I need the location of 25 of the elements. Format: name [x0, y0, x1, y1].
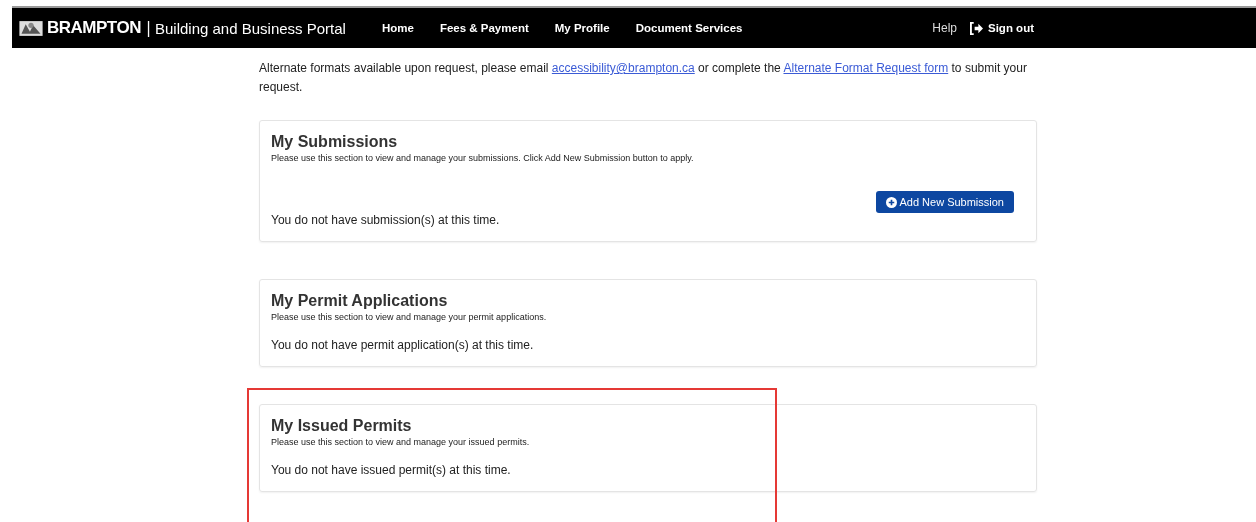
- brand-logo-text[interactable]: BRAMPTON: [47, 18, 141, 38]
- sign-out-link[interactable]: Sign out: [969, 21, 1034, 35]
- section-title: My Submissions: [271, 133, 399, 151]
- portal-title: Building and Business Portal: [155, 19, 346, 37]
- section-description: Please use this section to view and manage your permit applications.: [271, 312, 548, 322]
- nav-link[interactable]: Home: [381, 22, 414, 34]
- nav-link[interactable]: My Profile: [554, 22, 610, 34]
- add-submission-button[interactable]: Add New Submission: [876, 191, 1014, 213]
- section-title: My Issued Permits: [271, 417, 413, 435]
- section-description: Please use this section to view and manage your issued permits.: [271, 437, 531, 447]
- help-link[interactable]: Help: [932, 21, 957, 35]
- empty-message: You do not have submission(s) at this time.: [271, 213, 501, 227]
- empty-message: You do not have issued permit(s) at this time.: [271, 463, 512, 477]
- section-description: Please use this section to view and manage your submissions. Click Add New Submission button to apply.: [271, 153, 695, 163]
- nav-link[interactable]: Fees & Payment: [439, 22, 529, 34]
- section-title: My Permit Applications: [271, 292, 449, 310]
- city-crest-icon: [18, 18, 44, 38]
- plus-circle-icon: [886, 196, 898, 208]
- form-link[interactable]: Alternate Format Request form: [783, 61, 949, 75]
- email-link[interactable]: accessibility@brampton.ca: [551, 61, 695, 75]
- empty-message: You do not have permit application(s) at this time.: [271, 338, 535, 352]
- sign-out-icon: [969, 21, 984, 35]
- divider: |: [145, 19, 151, 37]
- notice-text: Alternate formats available upon request, please email accessibility@brampton.ca or complete the Alternate Format Request form to submit your request.: [259, 60, 1028, 96]
- nav-link[interactable]: Document Services: [635, 22, 743, 34]
